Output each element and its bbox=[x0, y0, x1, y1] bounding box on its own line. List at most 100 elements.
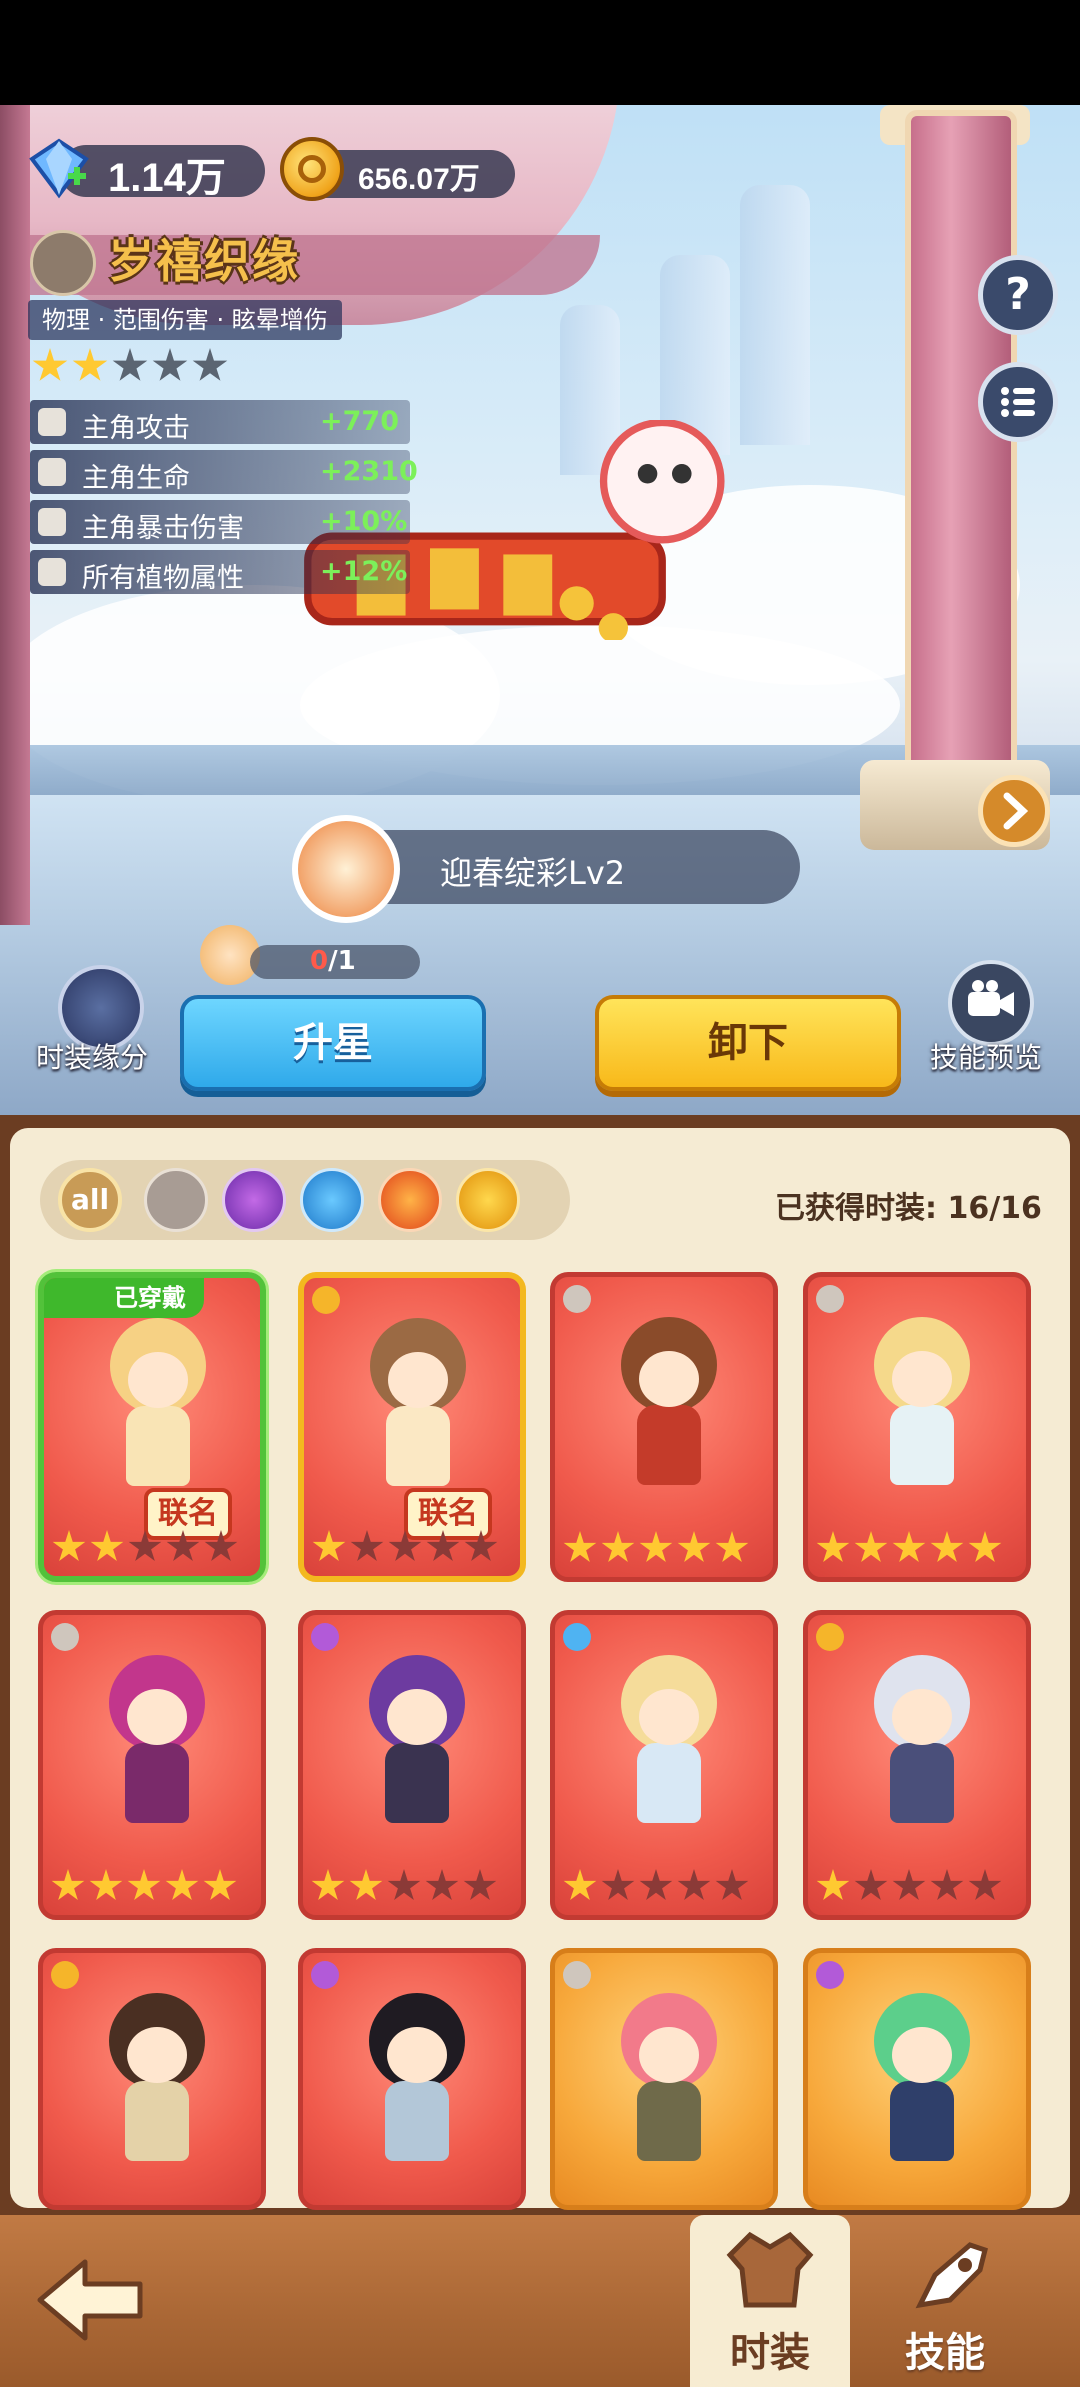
physical-type-icon bbox=[30, 230, 96, 296]
card-star-rating bbox=[563, 1869, 753, 1903]
coin-icon bbox=[280, 137, 344, 201]
poison-element-icon bbox=[311, 1961, 339, 1989]
stat-row-attack: 主角攻击 +770 bbox=[30, 400, 410, 444]
rocket-skill-icon[interactable] bbox=[900, 2230, 1000, 2320]
costume-card[interactable] bbox=[550, 1948, 778, 2210]
card-star-rating bbox=[312, 1530, 502, 1564]
heart-icon bbox=[38, 458, 66, 486]
plant-icon bbox=[38, 558, 66, 586]
sword-icon bbox=[38, 408, 66, 436]
list-button[interactable] bbox=[978, 362, 1058, 442]
video-camera-icon[interactable] bbox=[948, 960, 1034, 1046]
stat-value: +10% bbox=[320, 506, 408, 537]
character-portrait bbox=[862, 1317, 982, 1497]
star-empty-icon bbox=[426, 1530, 460, 1561]
filter-water-icon[interactable] bbox=[300, 1168, 364, 1232]
star-filled-icon bbox=[165, 1869, 199, 1900]
stat-row-crit: 主角暴击伤害 +10% bbox=[30, 500, 410, 544]
tab-fashion-label[interactable]: 时装 bbox=[730, 2320, 810, 2378]
physical-element-icon bbox=[816, 1285, 844, 1313]
back-arrow-icon[interactable] bbox=[30, 2250, 150, 2350]
costume-card[interactable] bbox=[550, 1272, 778, 1582]
costume-card[interactable]: 联名 已穿戴 bbox=[38, 1272, 266, 1582]
filter-lightning-icon[interactable] bbox=[456, 1168, 520, 1232]
character-portrait bbox=[357, 1655, 477, 1835]
stat-value: +2310 bbox=[320, 456, 418, 487]
stat-label: 主角攻击 bbox=[82, 413, 190, 444]
character-portrait bbox=[862, 1655, 982, 1835]
unload-button[interactable]: 卸下 bbox=[595, 995, 901, 1091]
stat-row-hp: 主角生命 +2310 bbox=[30, 450, 418, 494]
card-star-rating bbox=[816, 1531, 1006, 1565]
star-filled-icon bbox=[968, 1531, 1002, 1562]
equipped-badge: 已穿戴 bbox=[44, 1278, 204, 1318]
costume-tags: 物理 · 范围伤害 · 眩晕增伤 bbox=[28, 300, 342, 340]
character-portrait bbox=[862, 1993, 982, 2173]
character-portrait bbox=[97, 1993, 217, 2173]
star-empty-icon bbox=[463, 1869, 497, 1900]
crit-icon bbox=[38, 508, 66, 536]
card-star-rating bbox=[52, 1530, 242, 1564]
star-empty-icon bbox=[968, 1869, 1002, 1900]
filter-poison-icon[interactable] bbox=[222, 1168, 286, 1232]
filter-fire-icon[interactable] bbox=[378, 1168, 442, 1232]
star-filled-icon bbox=[52, 1530, 86, 1561]
skin-name: 迎春绽彩Lv2 bbox=[440, 854, 626, 892]
star-filled-icon bbox=[930, 1531, 964, 1562]
star-filled-icon bbox=[854, 1531, 888, 1562]
card-star-rating bbox=[563, 1531, 753, 1565]
star-empty-icon bbox=[715, 1869, 749, 1900]
star-empty-icon bbox=[204, 1530, 238, 1561]
costume-card[interactable] bbox=[803, 1948, 1031, 2210]
water-element-icon bbox=[563, 1623, 591, 1651]
costume-card[interactable] bbox=[803, 1272, 1031, 1582]
star-empty-icon bbox=[892, 1869, 926, 1900]
physical-element-icon bbox=[563, 1961, 591, 1989]
physical-element-icon bbox=[51, 1623, 79, 1651]
skin-avatar[interactable] bbox=[292, 815, 400, 923]
costume-card[interactable] bbox=[38, 1948, 266, 2210]
star-filled-icon bbox=[715, 1531, 749, 1562]
tab-skill-label[interactable]: 技能 bbox=[905, 2320, 985, 2378]
costume-card[interactable] bbox=[803, 1610, 1031, 1920]
fashion-fate-label[interactable]: 时装缘分 bbox=[36, 1036, 148, 1076]
star-filled-icon bbox=[677, 1531, 711, 1562]
star-empty-icon bbox=[425, 1869, 459, 1900]
star-empty-icon bbox=[677, 1869, 711, 1900]
star-empty-icon bbox=[192, 348, 228, 381]
next-arrow-button[interactable] bbox=[978, 775, 1050, 847]
costume-card[interactable] bbox=[38, 1610, 266, 1920]
star-filled-icon bbox=[127, 1869, 161, 1900]
coins-value: 656.07万 bbox=[358, 163, 480, 196]
character-portrait bbox=[357, 1993, 477, 2173]
physical-element-icon bbox=[563, 1285, 591, 1313]
star-filled-icon bbox=[72, 348, 108, 381]
costume-card[interactable]: 联名 bbox=[298, 1272, 526, 1582]
star-filled-icon bbox=[563, 1869, 597, 1900]
costume-card[interactable] bbox=[298, 1610, 526, 1920]
filter-all[interactable]: all bbox=[58, 1168, 122, 1232]
star-empty-icon bbox=[854, 1869, 888, 1900]
stat-label: 主角生命 bbox=[82, 463, 190, 494]
lightning-element-icon bbox=[816, 1623, 844, 1651]
character-portrait bbox=[97, 1655, 217, 1835]
costume-card[interactable] bbox=[298, 1948, 526, 2210]
costume-card[interactable] bbox=[550, 1610, 778, 1920]
star-empty-icon bbox=[930, 1869, 964, 1900]
character-portrait bbox=[358, 1318, 478, 1498]
star-empty-icon bbox=[464, 1530, 498, 1561]
costume-star-rating bbox=[32, 348, 232, 384]
stat-value: +12% bbox=[320, 556, 408, 587]
filter-physical-icon[interactable] bbox=[144, 1168, 208, 1232]
skill-preview-label[interactable]: 技能预览 bbox=[930, 1036, 1042, 1076]
help-button[interactable]: ? bbox=[978, 255, 1058, 335]
diamond-icon bbox=[29, 138, 89, 199]
character-portrait bbox=[98, 1318, 218, 1498]
upgrade-star-button[interactable]: 升星 bbox=[180, 995, 486, 1091]
left-pillar bbox=[0, 105, 30, 925]
chevron-right-icon bbox=[1003, 792, 1029, 830]
star-filled-icon bbox=[90, 1530, 124, 1561]
lightning-element-icon bbox=[312, 1286, 340, 1314]
star-filled-icon bbox=[349, 1869, 383, 1900]
star-filled-icon bbox=[639, 1531, 673, 1562]
